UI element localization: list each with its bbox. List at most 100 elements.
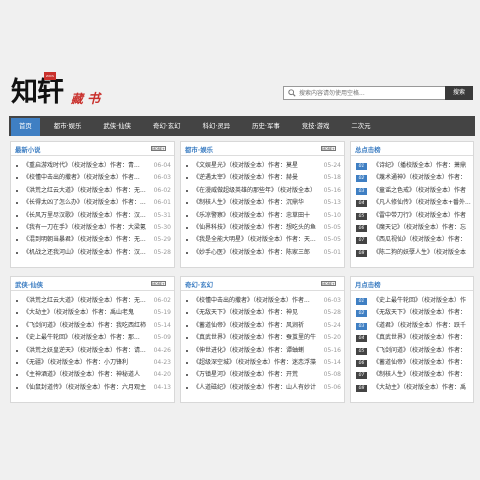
- rank-number: 01: [356, 163, 367, 170]
- more-button[interactable]: MORE+: [321, 146, 336, 151]
- book-link[interactable]: 《陈二狗的妖孽人生》（校对版全本: [373, 247, 473, 259]
- bullet-icon: [186, 374, 188, 377]
- rank-item[interactable]: 01 《史上最牛轮回》（校对版全本）作: [351, 295, 473, 307]
- book-link[interactable]: 《道君》（校对版全本）作者：跃千: [373, 320, 473, 332]
- list-item[interactable]: 《校懂中击出的撒者》（校对版全本）作者... 06-03: [181, 295, 344, 308]
- nav-history[interactable]: 历史·军事: [244, 118, 288, 136]
- rank-number: 03: [356, 322, 367, 330]
- book-link[interactable]: 《大劫主》（校对版全本）作者：禹: [373, 382, 473, 394]
- book-list: 《洪荒之红云大道》（校对版全本）作者：无... 06-02 《大劫主》（校对版全本…: [11, 291, 174, 395]
- rank-item[interactable]: 08 《陈二狗的妖孽人生》（校对版全本: [351, 247, 473, 259]
- rank-item[interactable]: 02 《蔑术通神》（校对版全本）作者：: [351, 172, 473, 184]
- book-link[interactable]: 《蓄道仙帝》（校对版全本）作者：: [373, 357, 473, 369]
- list-item[interactable]: 《大劫主》（校对版全本）作者：禹山老鬼 05-19: [11, 307, 174, 320]
- rank-item[interactable]: 04 《凡人修仙传》（校对版全本+番外...: [351, 197, 473, 209]
- book-link[interactable]: 《制核人生》（校对版全本）作者：: [373, 369, 473, 381]
- rank-item[interactable]: 06 《魔天记》（校对版全本）作者：忘: [351, 222, 473, 234]
- list-item[interactable]: 《蓄道仙帝》（校对版全本）作者：风涧祈 05-24: [181, 319, 344, 333]
- more-button[interactable]: MORE+: [321, 281, 336, 286]
- panel-title[interactable]: 武侠·仙侠: [15, 280, 43, 289]
- list-item[interactable]: 《洪荒之红云大道》（校对版全本）作者：无... 06-02: [11, 295, 174, 308]
- rank-item[interactable]: 03 《道君》（校对版全本）作者：跃千: [351, 320, 473, 332]
- book-link[interactable]: 《无敌天下》（校对版全本）作者：: [373, 307, 473, 319]
- book-link[interactable]: 《飞剑问道》（校对版全本）作者：: [373, 345, 473, 357]
- list-item[interactable]: 《机战之还我河山》（校对版全本）作者：汉... 05-28: [11, 246, 174, 260]
- list-item[interactable]: 《制核人生》（校对版全本）作者：沉鼎华 05-13: [181, 197, 344, 210]
- nav-acg[interactable]: 二次元: [343, 118, 378, 136]
- rank-number: 06: [356, 359, 367, 367]
- list-item[interactable]: 《万镇星河》（校对版全本）作者：开荒 05-08: [181, 369, 344, 382]
- more-button[interactable]: MORE+: [151, 281, 166, 286]
- book-link[interactable]: 《西瓜视仙》（校对版全本）作者：: [373, 234, 473, 246]
- book-date: 06-02: [151, 184, 171, 198]
- list-item[interactable]: 《长得太凶了怎么办》（校对版全本）作者：... 06-01: [11, 197, 174, 210]
- list-item[interactable]: 《飞剑问道》（校对版全本）作者：我吃西红柿 05-14: [11, 319, 174, 333]
- panel-title[interactable]: 都市·娱乐: [185, 145, 213, 154]
- nav-games[interactable]: 竞技·游戏: [294, 118, 338, 136]
- book-link[interactable]: 《史上最牛轮回》（校对版全本）作: [373, 295, 473, 307]
- rank-item[interactable]: 02 《无敌天下》（校对版全本）作者：: [351, 307, 473, 319]
- list-item[interactable]: 《我是全能大明星》（校对版全本）作者：天... 05-05: [181, 234, 344, 247]
- bullet-icon: [186, 300, 188, 302]
- panel-title[interactable]: 奇幻·玄幻: [185, 280, 213, 289]
- more-button[interactable]: MORE+: [151, 146, 166, 151]
- logo-shu-text: 书: [87, 92, 101, 107]
- list-item[interactable]: 《混到明朝当暴君》（校对版全本）作者：无... 05-29: [11, 234, 174, 247]
- list-item[interactable]: 《洪荒之妖皇逆天》（校对版全本）作者：请... 04-26: [11, 344, 174, 357]
- book-link[interactable]: 《真武世界》（校对版全本）作者：: [373, 332, 473, 344]
- book-date: 05-24: [321, 319, 341, 333]
- book-link[interactable]: 《童谣之色戒》（校对版全本）作者: [373, 185, 473, 197]
- list-item[interactable]: 《无疆》（校对版全本）作者：小刀锋利 04-23: [11, 356, 174, 370]
- logo-cang-text: 藏: [71, 92, 84, 106]
- rank-item[interactable]: 07 《制核人生》（校对版全本）作者：: [351, 369, 473, 381]
- rank-item[interactable]: 08 《大劫主》（校对版全本）作者：禹: [351, 382, 473, 394]
- book-link[interactable]: 《蔑术通神》（校对版全本）作者：: [373, 172, 473, 184]
- site-logo[interactable]: 知轩 ZXCS 藏 书: [11, 72, 107, 110]
- logo-zhi-text: 知轩: [11, 77, 64, 108]
- rank-item[interactable]: 06 《蓄道仙帝》（校对版全本）作者：: [351, 357, 473, 369]
- rank-item[interactable]: 07 《西瓜视仙》（校对版全本）作者：: [351, 234, 473, 246]
- list-item[interactable]: 《乐凉警察》（校对版全本）作者：忠草田十 05-10: [181, 209, 344, 222]
- book-link[interactable]: 《诗纪》（播校版全本）作者：萧鼎: [373, 160, 473, 172]
- rank-item[interactable]: 05 《飞剑问道》（校对版全本）作者：: [351, 345, 473, 357]
- list-item[interactable]: 《主神酒道》（校对版全本）作者：神秘道人 04-20: [11, 369, 174, 382]
- nav-scifi[interactable]: 科幻·灵异: [195, 118, 239, 136]
- list-item[interactable]: 《史上最牛轮回》（校对版全本）作者：那... 05-09: [11, 332, 174, 345]
- search-input[interactable]: [299, 87, 439, 99]
- search-button[interactable]: 搜索: [445, 86, 473, 100]
- list-item[interactable]: 《妙手心医》（校对版全本）作者：陈家三郎 05-01: [181, 246, 344, 260]
- list-item[interactable]: 《伸世进化》（校对版全本）作者：谭蚰蝲 05-16: [181, 344, 344, 357]
- list-item[interactable]: 《仙鼠封道传》（校对版全本）作者：六月观主 04-13: [11, 381, 174, 395]
- list-item[interactable]: 《超级深空城》（校对版全本）作者：迷恋浮藻 05-14: [181, 356, 344, 370]
- bullet-icon: [16, 251, 18, 254]
- book-link[interactable]: 《凡人修仙传》（校对版全本+番外...: [373, 197, 473, 209]
- list-item[interactable]: 《校懂中击出的撒者》（校对版全本）作者... 06-03: [11, 172, 174, 185]
- rank-item[interactable]: 01 《诗纪》（播校版全本）作者：萧鼎: [351, 160, 473, 172]
- list-item[interactable]: 《洪荒之红云大道》（校对版全本）作者：无... 06-02: [11, 184, 174, 198]
- nav-wuxia[interactable]: 武侠·仙侠: [95, 118, 139, 136]
- rank-list: 01 《史上最牛轮回》（校对版全本）作 02 《无敌天下》（校对版全本）作者： 03…: [351, 291, 473, 394]
- list-item[interactable]: 《逆遇太宰》（校对版全本）作者：赫曼 05-18: [181, 172, 344, 185]
- list-item[interactable]: 《重启游戏时代》（校对版全本）作者：青... 06-04: [11, 160, 174, 173]
- panel-title[interactable]: 最新小说: [15, 145, 41, 154]
- rank-item[interactable]: 05 《雷中带刀行》（校对版全本）作者: [351, 210, 473, 222]
- list-item[interactable]: 《人道磁纪》（校对版全本）作者：山人有妙计 05-06: [181, 381, 344, 395]
- book-link[interactable]: 《魔天记》（校对版全本）作者：忘: [373, 222, 473, 234]
- book-date: 05-05: [321, 234, 341, 247]
- list-item[interactable]: 《在漫威做超级英雄的那些年》（校对版全本） 05-16: [181, 184, 344, 198]
- panel-header: 总点击榜: [351, 142, 473, 156]
- rank-item[interactable]: 04 《真武世界》（校对版全本）作者：: [351, 332, 473, 344]
- rank-item[interactable]: 03 《童谣之色戒》（校对版全本）作者: [351, 185, 473, 197]
- nav-urban[interactable]: 都市·娱乐: [46, 118, 90, 136]
- book-link[interactable]: 《雷中带刀行》（校对版全本）作者: [373, 210, 473, 222]
- list-item[interactable]: 《无敌天下》（校对版全本）作者：神见 05-28: [181, 307, 344, 320]
- nav-fantasy[interactable]: 奇幻·玄幻: [145, 118, 189, 136]
- list-item[interactable]: 《我有一刀在手》（校对版全本）作者：大梁氪 05-30: [11, 221, 174, 235]
- list-item[interactable]: 《长风万里尽汉歌》（校对版全本）作者：汉... 05-31: [11, 209, 174, 222]
- panel-header: 奇幻·玄幻 MORE+: [181, 277, 344, 291]
- list-item[interactable]: 《文娱星光》（校对版全本）作者：莫星 05-24: [181, 160, 344, 173]
- nav-home[interactable]: 首页: [11, 118, 40, 136]
- bullet-icon: [16, 165, 18, 167]
- list-item[interactable]: 《真武世界》（校对版全本）作者：蚕茧里的牛 05-20: [181, 332, 344, 345]
- list-item[interactable]: 《仙界科技》（校对版全本）作者：想吃头的鱼 05-05: [181, 221, 344, 235]
